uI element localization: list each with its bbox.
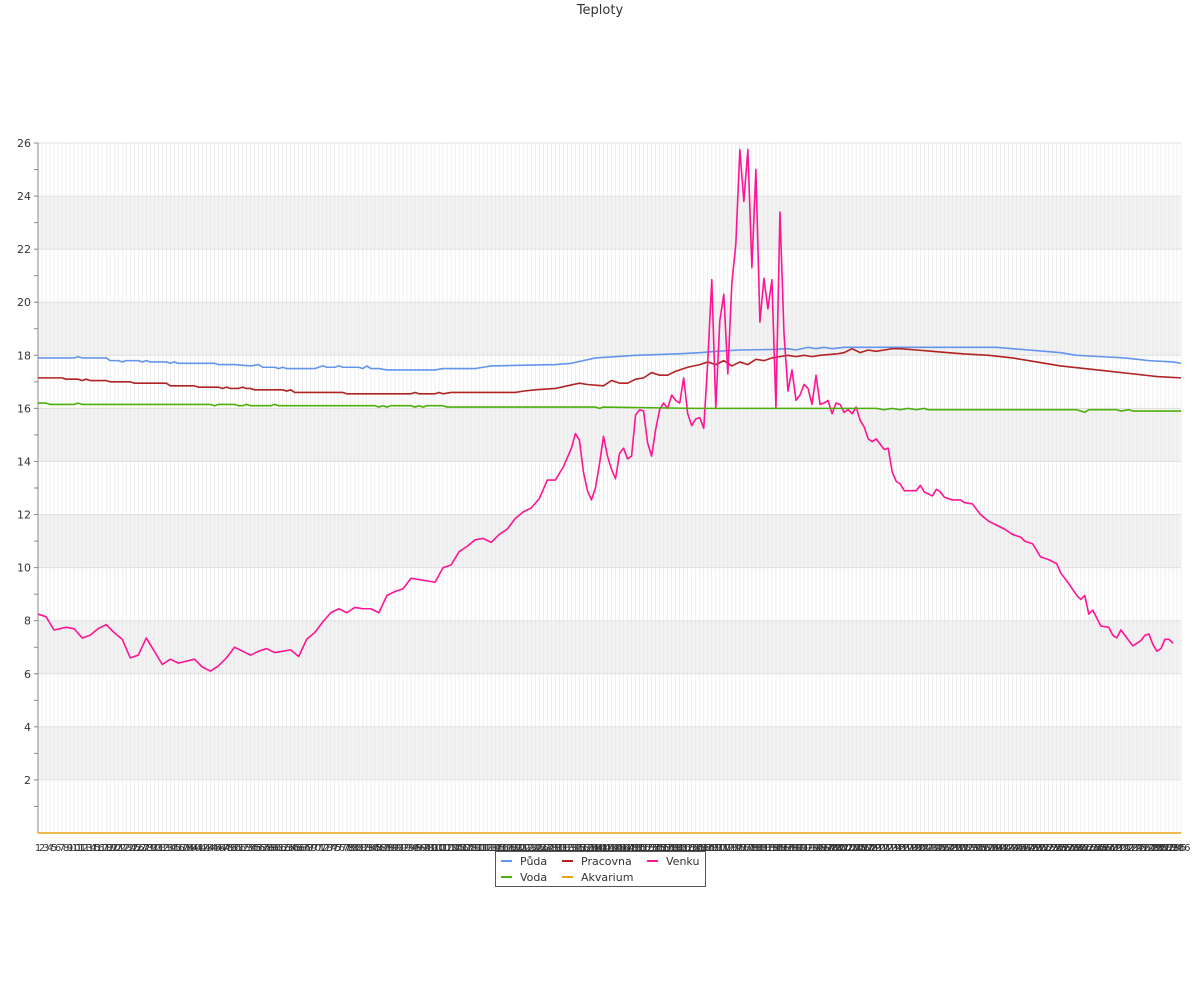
legend-label-puda: Půda (520, 854, 548, 868)
x-tick-label: 286 (1171, 843, 1190, 854)
y-tick-label: 8 (24, 615, 31, 628)
grid-band (38, 514, 1181, 568)
y-tick-label: 20 (17, 296, 31, 309)
y-tick-label: 22 (17, 243, 31, 256)
y-tick-label: 18 (17, 349, 31, 362)
legend-label-akvarium: Akvarium (581, 870, 634, 884)
y-tick-label: 2 (24, 774, 31, 787)
legend-swatch-puda (501, 860, 512, 862)
background-bands (38, 196, 1181, 780)
legend-item-voda: Voda (501, 869, 547, 885)
y-tick-label: 10 (17, 562, 31, 575)
grid-band (38, 620, 1181, 674)
y-tick-label: 12 (17, 509, 31, 522)
y-tick-label: 6 (24, 668, 31, 681)
legend-swatch-voda (501, 876, 512, 878)
grid-band (38, 726, 1181, 780)
legend-swatch-venku (647, 860, 658, 862)
grid-band (38, 302, 1181, 356)
grid-band (38, 196, 1181, 250)
line-chart: 2468101214161820222426 12345678910111213… (17, 137, 1191, 854)
legend-item-venku: Venku (647, 853, 699, 869)
legend-swatch-pracovna (562, 860, 573, 862)
y-tick-label: 4 (24, 721, 31, 734)
legend-label-voda: Voda (520, 870, 548, 884)
legend-swatch-akvarium (562, 876, 573, 878)
legend-item-akvarium: Akvarium (562, 869, 633, 885)
y-tick-label: 26 (17, 137, 31, 150)
legend-item-pracovna: Pracovna (562, 853, 632, 869)
legend-item-puda: Půda (501, 853, 547, 869)
y-tick-label: 14 (17, 455, 31, 468)
y-tick-label: 16 (17, 402, 31, 415)
y-tick-labels: 2468101214161820222426 (17, 137, 31, 787)
legend-label-pracovna: Pracovna (581, 854, 632, 868)
grid-band (38, 408, 1181, 462)
y-tick-label: 24 (17, 190, 31, 203)
legend-label-venku: Venku (666, 854, 700, 868)
legend: Půda Pracovna Venku Voda Akvarium (495, 851, 706, 887)
